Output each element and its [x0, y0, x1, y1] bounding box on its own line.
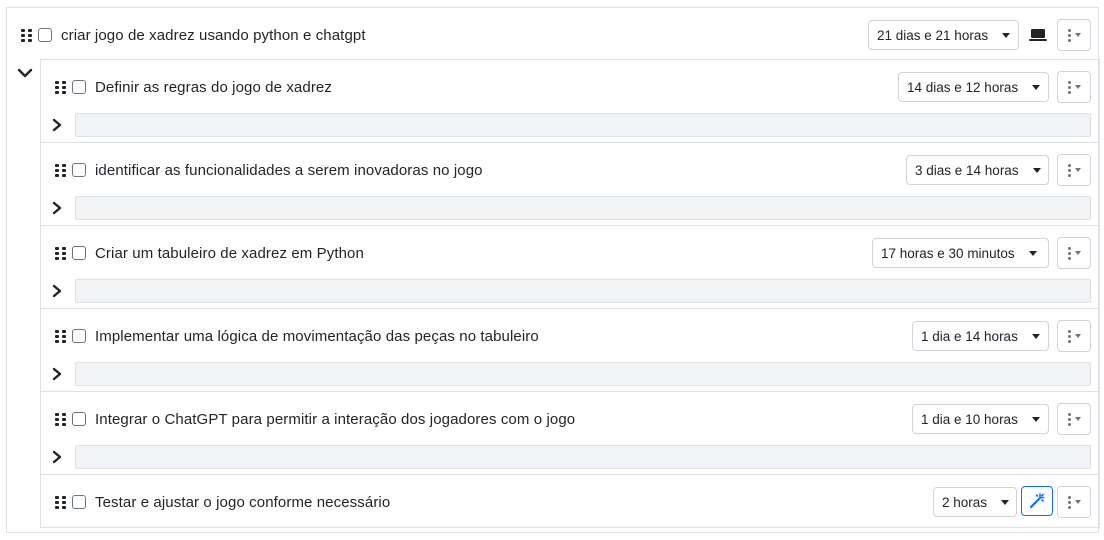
- drag-handle-icon[interactable]: [21, 28, 32, 42]
- subtask-duration-dropdown[interactable]: 1 dia e 10 horas: [912, 404, 1049, 434]
- duration-value: 17 horas e 30 minutos: [881, 245, 1015, 261]
- subtask-options-menu-button[interactable]: [1057, 320, 1091, 352]
- chevron-right-icon[interactable]: [51, 118, 63, 136]
- caret-down-icon: [1002, 32, 1011, 38]
- chevron-down-icon[interactable]: [17, 66, 33, 83]
- subtask-options-menu-button[interactable]: [1057, 237, 1091, 269]
- subtask-row: Testar e ajustar o jogo conforme necessá…: [55, 492, 390, 512]
- subtask-options-menu-button[interactable]: [1057, 71, 1091, 103]
- divider: [41, 308, 1099, 309]
- divider: [41, 225, 1099, 226]
- subtask-checkbox[interactable]: [72, 495, 86, 509]
- laptop-icon[interactable]: [1022, 20, 1054, 50]
- duration-value: 1 dia e 14 horas: [921, 328, 1018, 344]
- subtask-title: Criar um tabuleiro de xadrez em Python: [95, 244, 364, 262]
- duration-value: 14 dias e 12 horas: [907, 79, 1019, 95]
- subtask-duration-dropdown[interactable]: 3 dias e 14 horas: [906, 155, 1049, 185]
- drag-handle-icon[interactable]: [55, 412, 66, 426]
- caret-down-icon: [1074, 85, 1081, 89]
- chevron-right-icon[interactable]: [51, 284, 63, 302]
- subtask-duration-dropdown[interactable]: 1 dia e 14 horas: [912, 321, 1049, 351]
- divider: [41, 142, 1099, 143]
- subtask-row: identificar as funcionalidades a serem i…: [55, 160, 483, 180]
- drag-handle-icon[interactable]: [55, 80, 66, 94]
- drag-handle-icon[interactable]: [55, 495, 66, 509]
- subtask-row: Definir as regras do jogo de xadrez: [55, 77, 332, 97]
- subtask-title: Testar e ajustar o jogo conforme necessá…: [95, 493, 391, 511]
- caret-down-icon: [1074, 334, 1081, 338]
- more-vertical-icon: [1067, 28, 1071, 42]
- chevron-right-icon[interactable]: [51, 450, 63, 468]
- duration-value: 21 dias e 21 horas: [877, 27, 989, 43]
- magic-wand-icon: [1029, 493, 1045, 509]
- magic-wand-button[interactable]: [1021, 486, 1053, 516]
- subtask-title: Integrar o ChatGPT para permitir a inter…: [95, 410, 576, 428]
- chevron-right-icon[interactable]: [51, 367, 63, 385]
- subtask-title: identificar as funcionalidades a serem i…: [95, 161, 483, 179]
- subtask-duration-dropdown[interactable]: 2 horas: [933, 487, 1017, 517]
- root-task-row: criar jogo de xadrez usando python e cha…: [21, 25, 366, 45]
- root-task-title: criar jogo de xadrez usando python e cha…: [61, 26, 366, 44]
- caret-down-icon: [1074, 417, 1081, 421]
- caret-down-icon: [1074, 168, 1081, 172]
- more-vertical-icon: [1067, 163, 1071, 177]
- drag-handle-icon[interactable]: [55, 329, 66, 343]
- subtask-title: Definir as regras do jogo de xadrez: [95, 78, 332, 96]
- more-vertical-icon: [1067, 246, 1071, 260]
- more-vertical-icon: [1067, 412, 1071, 426]
- subtask-input[interactable]: [75, 362, 1091, 386]
- subtask-input[interactable]: [75, 113, 1091, 137]
- subtask-row: Criar um tabuleiro de xadrez em Python: [55, 243, 364, 263]
- subtask-input[interactable]: [75, 279, 1091, 303]
- subtask-checkbox[interactable]: [72, 163, 86, 177]
- caret-down-icon: [1074, 251, 1081, 255]
- divider: [41, 474, 1099, 475]
- subtask-checkbox[interactable]: [72, 80, 86, 94]
- caret-down-icon: [1031, 416, 1040, 422]
- caret-down-icon: [1001, 499, 1010, 505]
- caret-down-icon: [1032, 84, 1041, 90]
- subtask-checkbox[interactable]: [72, 329, 86, 343]
- more-vertical-icon: [1067, 80, 1071, 94]
- duration-value: 3 dias e 14 horas: [915, 162, 1019, 178]
- caret-down-icon: [1074, 33, 1081, 37]
- subtask-row: Integrar o ChatGPT para permitir a inter…: [55, 409, 575, 429]
- root-options-menu-button[interactable]: [1057, 19, 1091, 51]
- subtask-row: Implementar uma lógica de movimentação d…: [55, 326, 539, 346]
- subtask-options-menu-button[interactable]: [1057, 154, 1091, 186]
- more-vertical-icon: [1067, 495, 1071, 509]
- divider: [41, 391, 1099, 392]
- root-task-checkbox[interactable]: [38, 28, 52, 42]
- subtask-input[interactable]: [75, 196, 1091, 220]
- caret-down-icon: [1031, 333, 1040, 339]
- subtask-input[interactable]: [75, 445, 1091, 469]
- more-vertical-icon: [1067, 329, 1071, 343]
- subtask-checkbox[interactable]: [72, 246, 86, 260]
- caret-down-icon: [1074, 500, 1081, 504]
- drag-handle-icon[interactable]: [55, 163, 66, 177]
- duration-value: 2 horas: [942, 494, 988, 510]
- subtask-duration-dropdown[interactable]: 17 horas e 30 minutos: [872, 238, 1049, 268]
- drag-handle-icon[interactable]: [55, 246, 66, 260]
- caret-down-icon: [1028, 250, 1037, 256]
- subtask-options-menu-button[interactable]: [1057, 486, 1091, 518]
- subtask-options-menu-button[interactable]: [1057, 403, 1091, 435]
- subtask-duration-dropdown[interactable]: 14 dias e 12 horas: [898, 72, 1049, 102]
- subtask-checkbox[interactable]: [72, 412, 86, 426]
- root-duration-dropdown[interactable]: 21 dias e 21 horas: [868, 20, 1019, 50]
- caret-down-icon: [1032, 167, 1041, 173]
- duration-value: 1 dia e 10 horas: [921, 411, 1018, 427]
- chevron-right-icon[interactable]: [51, 201, 63, 219]
- subtask-title: Implementar uma lógica de movimentação d…: [95, 327, 539, 345]
